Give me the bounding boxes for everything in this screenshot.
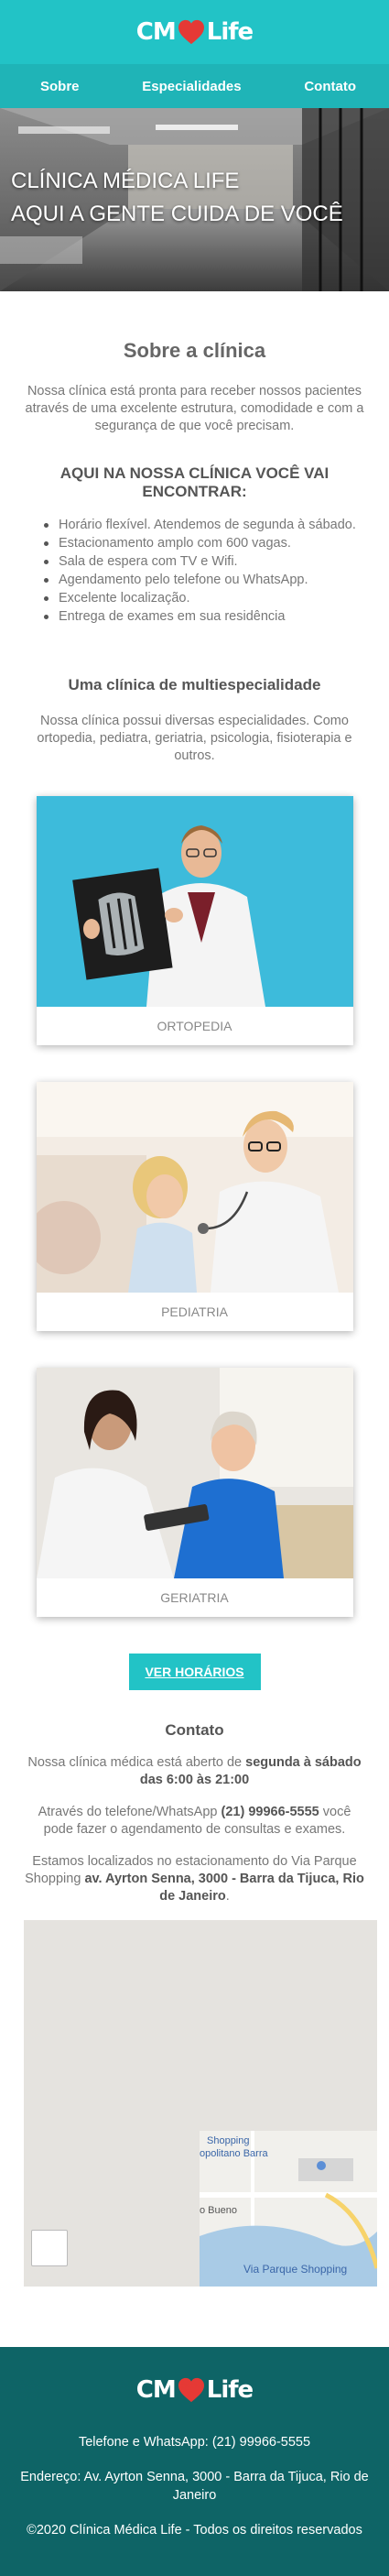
logo-text-left: CM: [135, 2376, 177, 2404]
hours-button-wrap: VER HORÁRIOS: [22, 1654, 367, 1690]
list-item: Entrega de exames em sua residência: [44, 607, 367, 626]
contact-title: Contato: [165, 1721, 224, 1739]
doctor-xray-image: [36, 796, 353, 1007]
map-label: o Bueno: [200, 2205, 237, 2216]
logo-text-right: Life: [206, 18, 254, 46]
map-tiles: Shopping opolitano Barra o Bueno Via Par…: [24, 1920, 377, 2287]
site-header: CM Life Sobre Especialidades Contato: [0, 0, 389, 108]
about-title: Sobre a clínica: [123, 339, 266, 362]
card-label: GERIATRIA: [160, 1590, 229, 1605]
heart-icon: [178, 19, 204, 45]
card-label: PEDIATRIA: [161, 1304, 228, 1319]
features-list: Horário flexível. Atendemos de segunda à…: [22, 516, 367, 626]
hours-text-prefix: Nossa clínica médica está aberto de: [27, 1755, 246, 1770]
logo-text-right: Life: [206, 2376, 254, 2404]
location-text-suffix: .: [225, 1889, 230, 1904]
features-title: AQUI NA NOSSA CLÍNICA VOCÊ VAI ENCONTRAR…: [59, 464, 330, 500]
hero-heading: CLÍNICA MÉDICA LIFE AQUI A GENTE CUIDA D…: [11, 165, 343, 231]
map-label: opolitano Barra: [200, 2148, 268, 2159]
about-text: Nossa clínica está pronta para receber n…: [25, 384, 364, 433]
hero-line-1: CLÍNICA MÉDICA LIFE: [11, 169, 240, 193]
about-section: Sobre a clínica Nossa clínica está pront…: [0, 291, 389, 626]
contact-phone-text: Através do telefone/WhatsApp (21) 99966-…: [24, 1804, 365, 1839]
map-fullscreen-button[interactable]: [31, 2230, 68, 2266]
logo-bar: CM Life: [0, 0, 389, 64]
specialties-text: Nossa clínica possui diversas especialid…: [37, 714, 352, 763]
site-footer: CM Life Telefone e WhatsApp: (21) 99966-…: [0, 2347, 389, 2576]
map-label: Via Parque Shopping: [243, 2263, 347, 2276]
specialties-section: Uma clínica de multiespecialidade Nossa …: [0, 626, 389, 1690]
hero-banner: CLÍNICA MÉDICA LIFE AQUI A GENTE CUIDA D…: [0, 108, 389, 291]
footer-address: Endereço: Av. Ayrton Senna, 3000 - Barra…: [20, 2470, 369, 2503]
nav-link-especialidades[interactable]: Especialidades: [142, 79, 241, 94]
list-item: Sala de espera com TV e Wifi.: [44, 552, 367, 571]
main-nav: Sobre Especialidades Contato: [0, 64, 389, 108]
site-logo[interactable]: CM Life: [135, 18, 254, 46]
specialties-title: Uma clínica de multiespecialidade: [68, 676, 321, 693]
map-label: Shopping: [207, 2135, 250, 2146]
list-item: Horário flexível. Atendemos de segunda à…: [44, 516, 367, 534]
footer-logo[interactable]: CM Life: [0, 2376, 389, 2404]
footer-copyright: ©2020 Clínica Médica Life - Todos os dir…: [27, 2523, 362, 2538]
contact-location-text: Estamos localizados no estacionamento do…: [24, 1853, 365, 1905]
nav-link-sobre[interactable]: Sobre: [40, 79, 80, 94]
list-item: Excelente localização.: [44, 589, 367, 607]
contact-section: Contato Nossa clínica médica está aberto…: [0, 1690, 389, 2287]
doctor-elderly-image: [36, 1368, 353, 1578]
list-item: Agendamento pelo telefone ou WhatsApp.: [44, 571, 367, 589]
doctor-child-image: [36, 1082, 353, 1293]
list-item: Estacionamento amplo com 600 vagas.: [44, 534, 367, 552]
contact-hours-text: Nossa clínica médica está aberto de segu…: [24, 1754, 365, 1789]
heart-icon: [178, 2377, 204, 2403]
phone-text-prefix: Através do telefone/WhatsApp: [38, 1805, 222, 1819]
specialty-card-ortopedia[interactable]: ORTOPEDIA: [36, 796, 353, 1045]
footer-phone: Telefone e WhatsApp: (21) 99966-5555: [78, 2435, 311, 2450]
specialty-card-pediatria[interactable]: PEDIATRIA: [36, 1082, 353, 1331]
ver-horarios-button[interactable]: VER HORÁRIOS: [128, 1654, 261, 1690]
hero-line-2: AQUI A GENTE CUIDA DE VOCÊ: [11, 202, 343, 226]
logo-text-left: CM: [135, 18, 177, 46]
location-address: av. Ayrton Senna, 3000 - Barra da Tijuca…: [84, 1872, 364, 1904]
location-map[interactable]: Shopping opolitano Barra o Bueno Via Par…: [24, 1920, 377, 2287]
card-label: ORTOPEDIA: [157, 1019, 232, 1033]
nav-link-contato[interactable]: Contato: [304, 79, 356, 94]
phone-number: (21) 99966-5555: [221, 1805, 319, 1819]
specialty-card-geriatria[interactable]: GERIATRIA: [36, 1368, 353, 1617]
